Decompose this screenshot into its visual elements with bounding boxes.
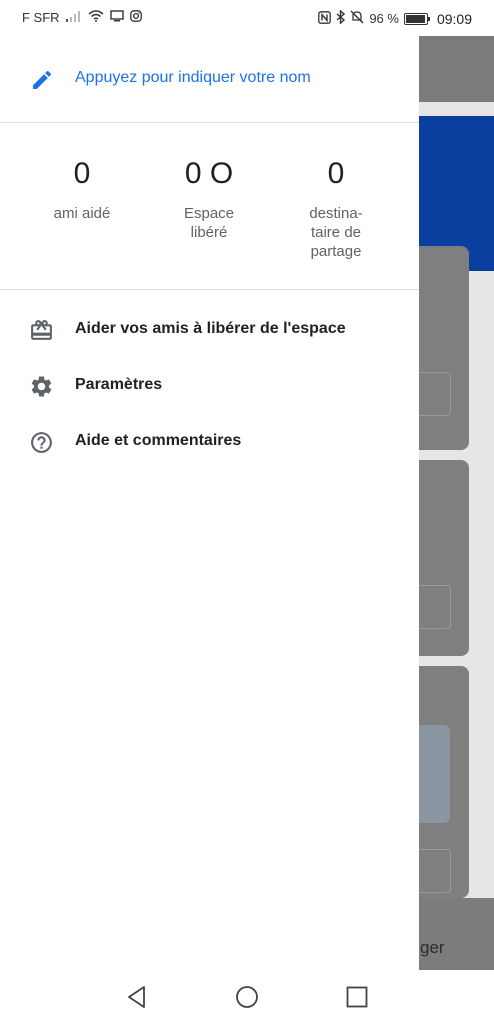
bluetooth-icon bbox=[336, 9, 346, 27]
gear-icon bbox=[29, 374, 54, 399]
background-app-scrim[interactable]: ger bbox=[419, 36, 494, 970]
back-icon[interactable] bbox=[124, 984, 150, 1010]
clock: 09:09 bbox=[436, 10, 472, 27]
background-card-2 bbox=[419, 460, 469, 656]
stat-space-freed: 0 O Espace libéré bbox=[149, 157, 269, 242]
menu-item-label: Paramètres bbox=[75, 376, 163, 393]
background-card-button bbox=[419, 849, 451, 893]
status-bar: F SFR 96 % 09:09 bbox=[0, 0, 494, 36]
signal-icon bbox=[65, 10, 82, 25]
navigation-drawer: Appuyez pour indiquer votre nom 0 ami ai… bbox=[0, 36, 419, 970]
background-tab-label: ger bbox=[420, 938, 445, 957]
mute-icon bbox=[350, 10, 364, 27]
stat-label: ami aidé bbox=[53, 205, 111, 222]
recents-icon[interactable] bbox=[344, 984, 370, 1010]
menu-item-settings[interactable]: Paramètres bbox=[0, 358, 419, 414]
divider bbox=[0, 122, 419, 123]
instagram-icon bbox=[129, 10, 142, 25]
stat-friends-helped: 0 ami aidé bbox=[22, 157, 142, 223]
stat-share-recipients: 0 destina- taire de partage bbox=[276, 157, 396, 261]
cast-icon bbox=[109, 10, 124, 25]
name-prompt-row[interactable]: Appuyez pour indiquer votre nom bbox=[0, 58, 419, 102]
stat-label: Espace libéré bbox=[183, 205, 235, 241]
gift-card-icon bbox=[29, 318, 54, 343]
menu-item-label: Aider vos amis à libérer de l'espace bbox=[75, 320, 346, 337]
background-card-button bbox=[419, 585, 451, 629]
nfc-icon bbox=[318, 10, 332, 27]
background-card-3 bbox=[419, 666, 469, 898]
stat-value: 0 bbox=[73, 157, 91, 190]
background-card-image bbox=[419, 725, 450, 823]
carrier-label: F SFR bbox=[22, 10, 60, 25]
menu-item-help-friends[interactable]: Aider vos amis à libérer de l'espace bbox=[0, 302, 419, 358]
menu-item-label: Aide et commentaires bbox=[75, 432, 242, 449]
system-nav-bar bbox=[0, 970, 494, 1024]
home-icon[interactable] bbox=[234, 984, 260, 1010]
pencil-icon bbox=[30, 68, 54, 92]
background-card-1 bbox=[419, 246, 469, 450]
help-icon bbox=[29, 430, 54, 455]
wifi-icon bbox=[88, 10, 104, 25]
menu-item-help-feedback[interactable]: Aide et commentaires bbox=[0, 414, 419, 470]
name-prompt-link[interactable]: Appuyez pour indiquer votre nom bbox=[75, 69, 311, 87]
stat-value: 0 O bbox=[184, 157, 234, 190]
stats-section: 0 ami aidé 0 O Espace libéré 0 destina- … bbox=[0, 157, 419, 289]
battery-level-fill bbox=[405, 14, 425, 23]
stat-label: destina- taire de partage bbox=[309, 205, 363, 260]
background-card-button bbox=[419, 372, 451, 416]
battery-percent: 96 % bbox=[369, 11, 399, 26]
background-app-bar bbox=[419, 36, 494, 102]
divider bbox=[0, 289, 419, 290]
background-bottom-bar: ger bbox=[419, 898, 494, 970]
battery-icon bbox=[403, 12, 430, 25]
stat-value: 0 bbox=[327, 157, 345, 190]
